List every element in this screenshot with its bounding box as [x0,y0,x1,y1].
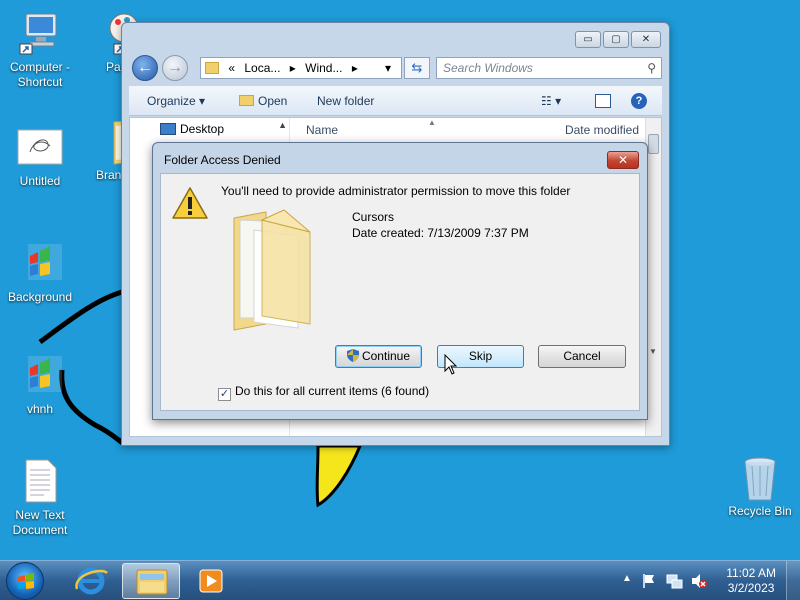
continue-button[interactable]: Continue [335,345,422,368]
nav-item-desktop[interactable]: Desktop [160,122,224,136]
action-center-flag-icon[interactable] [642,573,656,589]
dialog-close-button[interactable]: ✕ [607,151,639,169]
navigation-bar: ← → « Loca... ▸ Wind... ▸ ▾ ⇆ Search Win… [130,53,662,83]
dialog-body: You'll need to provide administrator per… [160,173,640,411]
refresh-button[interactable]: ⇆ [404,57,430,79]
breadcrumb-overflow[interactable]: « [228,61,235,75]
desktop-icon-background[interactable]: Background [0,240,80,305]
sort-indicator-icon: ▲ [428,118,436,127]
apply-to-all-checkbox[interactable]: ✓ [218,388,231,401]
mouse-cursor-icon [444,354,458,375]
forward-arrow-icon: → [167,59,183,76]
apply-to-all-row[interactable]: ✓ Do this for all current items (6 found) [218,384,429,401]
folder-icon [233,209,311,331]
column-header-name[interactable]: Name [306,118,338,143]
warning-icon [172,187,208,219]
windows-logo-icon [18,573,34,589]
desktop-icon-label: Recycle Bin [728,504,792,518]
desktop-icon-label: Background [7,290,73,304]
column-header-row: ▲ Name Date modified [290,118,645,143]
breadcrumb-local-disk[interactable]: Loca... [244,61,280,75]
internet-explorer-icon [75,567,108,595]
desktop-icon-label: Shortcut [17,75,63,89]
taskbar-windows-explorer[interactable] [122,563,180,599]
close-icon: ✕ [617,153,629,167]
address-dropdown-icon[interactable]: ▾ [385,58,391,78]
search-icon[interactable]: ⚲ [647,58,656,78]
folder-access-denied-dialog[interactable]: Folder Access Denied ✕ You'll need to pr… [152,142,648,420]
clock-time: 11:02 AM [726,566,776,580]
text-document-icon [16,458,64,504]
desktop-icon [160,123,176,135]
help-icon[interactable]: ? [631,93,647,109]
apply-to-all-label[interactable]: Do this for all current items (6 found) [235,384,429,398]
desktop-icon-label: Untitled [19,174,61,188]
desktop-icon-new-text-document[interactable]: New Text Document [0,458,80,538]
open-label: Open [258,94,288,108]
forward-button[interactable]: → [162,55,188,81]
scrollbar-thumb[interactable] [648,134,659,154]
uac-shield-icon [346,349,359,362]
taskbar: ▲ 11:02 AM 3/2/2023 [0,560,800,600]
desktop-icon-untitled[interactable]: Untitled [0,124,80,189]
desktop-icon-vhnh[interactable]: vhnh [0,352,80,417]
refresh-icon: ⇆ [411,60,423,75]
organize-button[interactable]: Organize ▾ [147,86,205,116]
address-bar[interactable]: « Loca... ▸ Wind... ▸ ▾ [200,57,402,79]
maximize-button[interactable]: ▢ [603,31,629,48]
dialog-message: You'll need to provide administrator per… [221,184,571,198]
desktop-icon-label: New Text [15,508,65,522]
close-window-button[interactable]: ✕ [631,31,661,48]
program-icon [16,352,64,398]
breadcrumb-separator[interactable]: ▸ [290,61,296,75]
desktop-icon-recycle-bin[interactable]: Recycle Bin [720,454,800,519]
nav-item-label: Desktop [180,122,225,136]
continue-label: Continue [361,349,411,363]
window-controls: ▭ ▢ ✕ [575,31,661,48]
volume-muted-icon[interactable] [690,572,708,590]
drawing-icon [16,124,64,170]
network-icon[interactable] [666,572,684,590]
program-icon [16,240,64,286]
media-player-icon [199,569,223,593]
taskbar-internet-explorer[interactable] [62,563,120,599]
breadcrumb-separator[interactable]: ▸ [352,61,358,75]
breadcrumb-windows[interactable]: Wind... [305,61,342,75]
back-arrow-icon: ← [137,59,153,76]
start-button[interactable] [6,562,44,600]
preview-pane-icon[interactable] [595,94,611,108]
desktop-icon-label: Document [12,523,68,537]
item-date-created: Date created: 7/13/2009 7:37 PM [352,226,529,240]
command-bar: Organize ▾ Open New folder ☷ ▾ ? [129,86,662,116]
minimize-button[interactable]: ▭ [575,31,601,48]
computer-icon [16,10,64,56]
clock-date: 3/2/2023 [727,581,775,595]
search-input[interactable]: Search Windows ⚲ [436,57,662,79]
recycle-bin-icon [736,454,784,501]
new-folder-button[interactable]: New folder [317,86,374,116]
desktop-icon-label: vhnh [26,402,54,416]
folder-icon [205,62,219,74]
views-button[interactable]: ☷ ▾ [541,86,561,116]
open-button[interactable]: Open [239,86,287,116]
dialog-title: Folder Access Denied [164,153,281,167]
search-placeholder: Search Windows [443,61,533,75]
desktop-icon-label: Computer - [9,60,71,74]
open-folder-icon [239,95,254,106]
system-clock[interactable]: 11:02 AM 3/2/2023 [726,566,776,596]
scroll-down-icon[interactable]: ▼ [649,347,657,356]
cancel-button[interactable]: Cancel [538,345,626,368]
notification-area: ▲ [620,561,720,600]
column-header-date-modified[interactable]: Date modified [565,118,639,143]
nav-scroll-up-icon[interactable]: ▲ [278,120,287,130]
item-name: Cursors [352,210,395,224]
back-button[interactable]: ← [132,55,158,81]
show-desktop-button[interactable] [786,561,800,600]
show-hidden-icons[interactable]: ▲ [622,573,632,584]
desktop-icon-computer[interactable]: Computer - Shortcut [0,10,80,90]
taskbar-media-player[interactable] [182,563,240,599]
windows-explorer-icon [136,569,168,595]
